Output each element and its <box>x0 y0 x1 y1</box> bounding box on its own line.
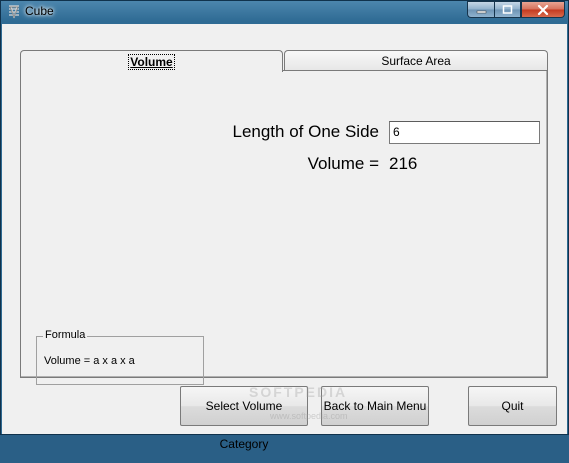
side-length-label: Length of One Side <box>232 122 379 141</box>
formula-legend: Formula <box>43 329 88 341</box>
maximize-button[interactable] <box>494 1 521 18</box>
volume-label: Volume = <box>307 154 379 173</box>
caption-buttons <box>467 1 565 19</box>
close-icon <box>537 4 549 15</box>
app-window: Cube Volume Surface Area Length of One S… <box>0 0 569 451</box>
minimize-icon <box>476 10 486 13</box>
tab-surface-area[interactable]: Surface Area <box>284 50 548 71</box>
cube-app-icon[interactable] <box>6 4 22 20</box>
window-title: Cube <box>25 4 54 18</box>
select-volume-category-button[interactable]: Select Volume Category <box>180 386 308 451</box>
side-length-input[interactable]: 6 <box>389 121 540 144</box>
formula-group: Formula Volume = a x a x a <box>36 329 204 385</box>
title-bar[interactable]: Cube <box>1 1 568 22</box>
tab-surface-area-label: Surface Area <box>381 54 451 68</box>
formula-text: Volume = a x a x a <box>44 355 135 367</box>
quit-button[interactable]: Quit <box>468 386 557 426</box>
close-button[interactable] <box>521 1 565 18</box>
maximize-icon <box>502 5 513 14</box>
volume-tab-panel: Length of One Side 6 Volume = 216 Formul… <box>20 70 548 385</box>
back-to-main-menu-button[interactable]: Back to Main Menu <box>321 386 429 426</box>
volume-value: 216 <box>389 154 418 173</box>
tab-volume[interactable]: Volume <box>20 50 283 72</box>
minimize-button[interactable] <box>467 1 494 18</box>
tab-volume-label: Volume <box>128 54 175 70</box>
client-area: Volume Surface Area Length of One Side 6… <box>2 24 567 451</box>
